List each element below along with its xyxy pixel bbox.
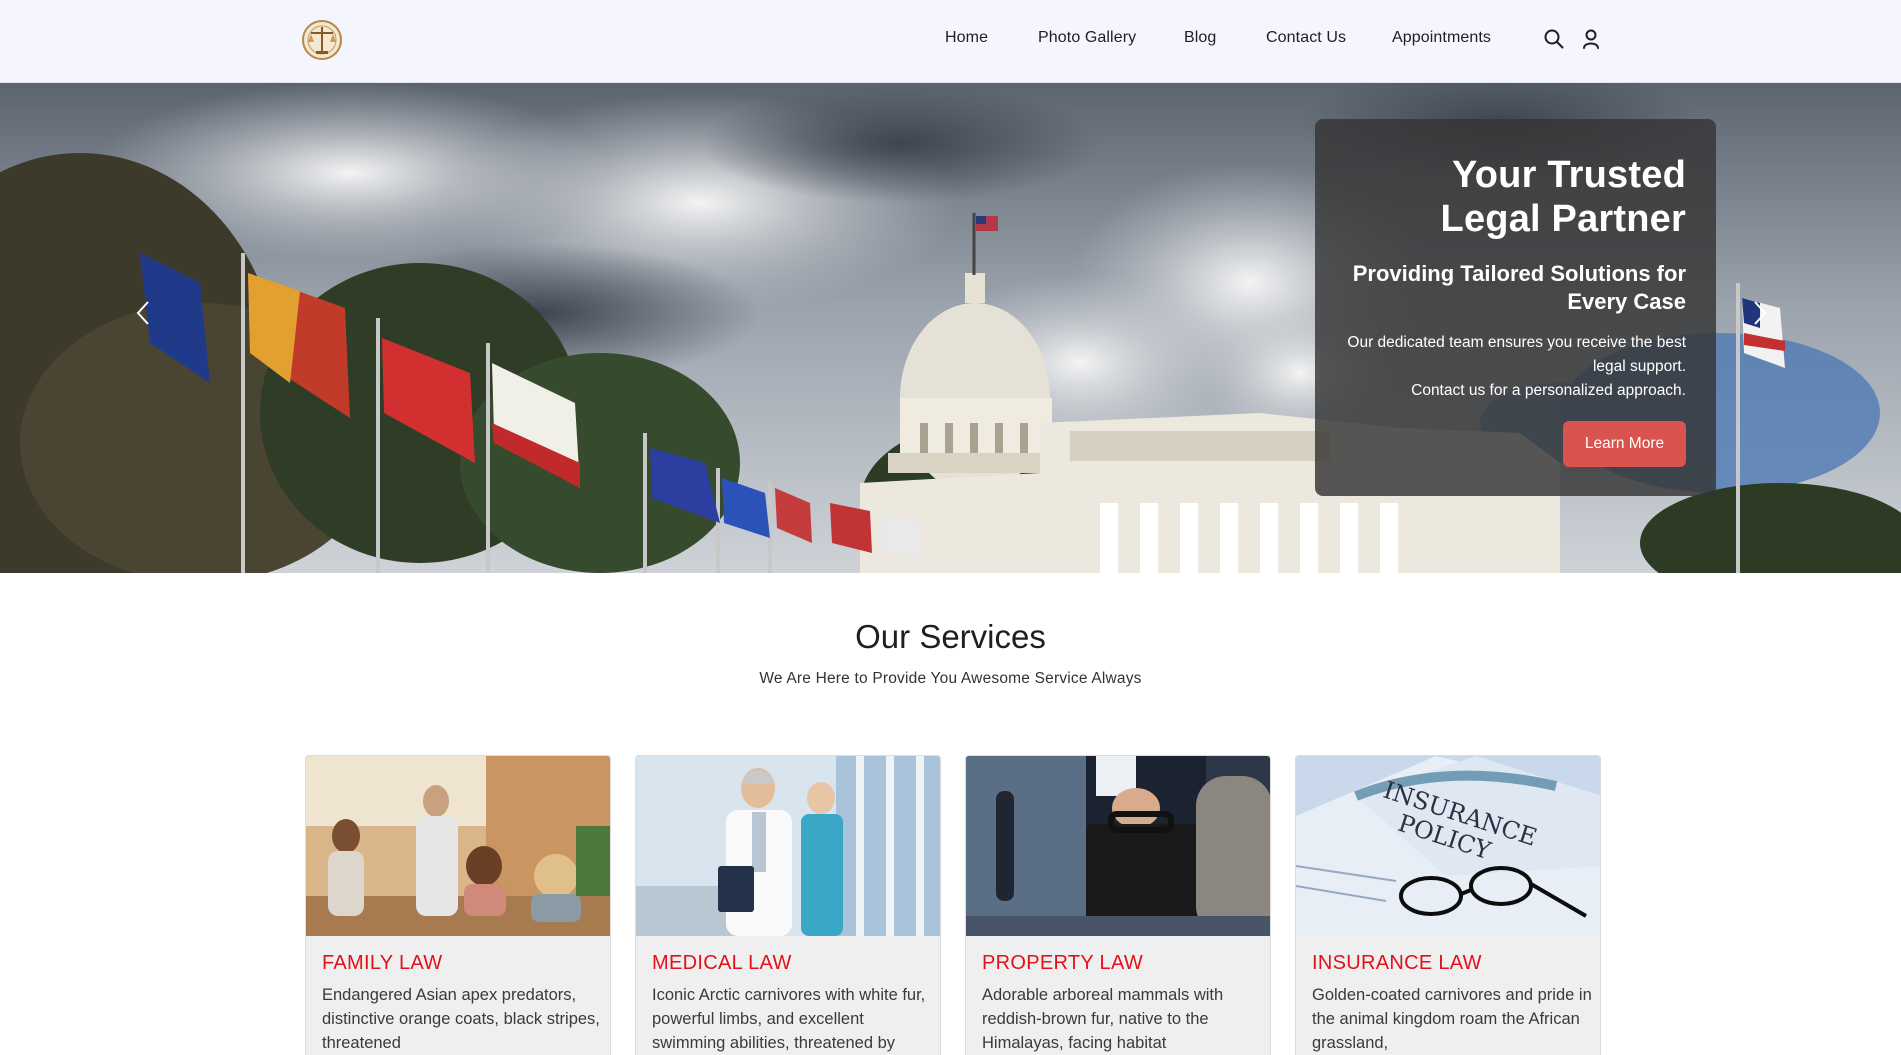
- nav-contact-us[interactable]: Contact Us: [1266, 29, 1346, 47]
- service-card-insurance-law[interactable]: INSURANCE POLICY INSURANCE LAW Golden-co…: [1295, 755, 1601, 1055]
- insurance-policy-glasses-photo: INSURANCE POLICY: [1296, 756, 1600, 936]
- user-icon[interactable]: [1580, 28, 1602, 50]
- carousel-prev-button[interactable]: [128, 288, 158, 338]
- nav-photo-gallery[interactable]: Photo Gallery: [1038, 29, 1136, 47]
- doctor-and-nurse-photo: [636, 756, 940, 936]
- hero-caption-card: Your Trusted Legal Partner Providing Tai…: [1315, 119, 1716, 496]
- carousel-next-button[interactable]: [1745, 288, 1775, 338]
- services-subtitle: We Are Here to Provide You Awesome Servi…: [759, 670, 1142, 687]
- nav-home[interactable]: Home: [945, 29, 988, 47]
- card-text: Golden-coated carnivores and pride in th…: [1312, 986, 1592, 1052]
- hero-subtitle: Providing Tailored Solutions for Every C…: [1352, 261, 1686, 314]
- card-text: Iconic Arctic carnivores with white fur,…: [652, 986, 926, 1052]
- service-card-medical-law[interactable]: MEDICAL LAW Iconic Arctic carnivores wit…: [635, 755, 941, 1055]
- learn-more-button[interactable]: Learn More: [1563, 421, 1686, 467]
- card-title: MEDICAL LAW: [652, 952, 792, 974]
- hero-title: Your Trusted Legal Partner: [1440, 154, 1686, 240]
- chevron-left-icon: [136, 301, 149, 325]
- service-card-property-law[interactable]: PROPERTY LAW Adorable arboreal mammals w…: [965, 755, 1271, 1055]
- nav-appointments[interactable]: Appointments: [1392, 29, 1491, 47]
- nav-blog[interactable]: Blog: [1184, 29, 1216, 47]
- hero-description: Our dedicated team ensures you receive t…: [1345, 331, 1686, 403]
- family-arguing-photo: [306, 756, 610, 936]
- search-icon[interactable]: [1543, 28, 1565, 50]
- hero-text-line2: Contact us for a personalized approach.: [1411, 382, 1686, 399]
- card-title: PROPERTY LAW: [982, 952, 1144, 974]
- card-text: Endangered Asian apex predators, distinc…: [322, 986, 600, 1052]
- service-card-family-law[interactable]: FAMILY LAW Endangered Asian apex predato…: [305, 755, 611, 1055]
- hero-carousel: Your Trusted Legal Partner Providing Tai…: [0, 83, 1901, 573]
- card-text: Adorable arboreal mammals with reddish-b…: [982, 986, 1224, 1052]
- hero-text-line1: Our dedicated team ensures you receive t…: [1347, 334, 1686, 375]
- businessman-briefcase-photo: [966, 756, 1270, 936]
- card-title: FAMILY LAW: [322, 952, 443, 974]
- navbar: Home Photo Gallery Blog Contact Us Appoi…: [0, 0, 1901, 83]
- card-title: INSURANCE LAW: [1312, 952, 1482, 974]
- nav-links: Home Photo Gallery Blog Contact Us Appoi…: [0, 0, 1901, 83]
- chevron-right-icon: [1754, 301, 1767, 325]
- services-title: Our Services: [855, 618, 1046, 655]
